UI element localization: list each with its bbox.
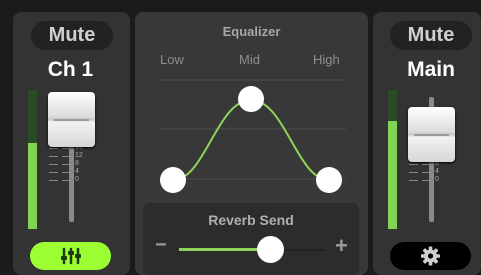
- settings-button-main[interactable]: [390, 242, 471, 270]
- mute-button-ch1[interactable]: Mute: [31, 21, 113, 50]
- channel-name-main: Main: [407, 58, 455, 81]
- level-meter-fill-main: [388, 120, 397, 229]
- eq-node-mid[interactable]: [238, 86, 264, 112]
- reverb-plus-button[interactable]: +: [335, 233, 348, 259]
- effects-panel: Equalizer Low Mid High Reverb Send − +: [135, 12, 368, 275]
- channel-strip-ch1: Mute Ch 1 32 28 24 20 16 12 8 4 0: [13, 12, 130, 275]
- channel-name-ch1: Ch 1: [47, 58, 94, 81]
- mixer-sliders-icon: [61, 247, 81, 265]
- reverb-send-title: Reverb Send: [208, 212, 294, 228]
- mute-button-main[interactable]: Mute: [390, 21, 472, 50]
- eq-node-low[interactable]: [160, 167, 186, 193]
- channel-settings-button-ch1[interactable]: [30, 242, 111, 270]
- reverb-send-control: Reverb Send − +: [143, 203, 359, 275]
- eq-node-high[interactable]: [316, 167, 342, 193]
- reverb-minus-button[interactable]: −: [155, 234, 167, 257]
- gear-icon: [421, 246, 440, 266]
- reverb-slider-thumb[interactable]: [257, 236, 284, 263]
- level-meter-fill-ch1: [28, 142, 37, 229]
- level-meter-ch1: [28, 90, 37, 229]
- fader-handle-main[interactable]: [408, 107, 455, 162]
- level-meter-main: [388, 90, 397, 229]
- equalizer-graph[interactable]: [135, 12, 368, 202]
- fader-handle-ch1[interactable]: [48, 92, 95, 147]
- channel-strip-main: Mute Main 32 28 24 20 16 12 8 4 0: [373, 12, 481, 275]
